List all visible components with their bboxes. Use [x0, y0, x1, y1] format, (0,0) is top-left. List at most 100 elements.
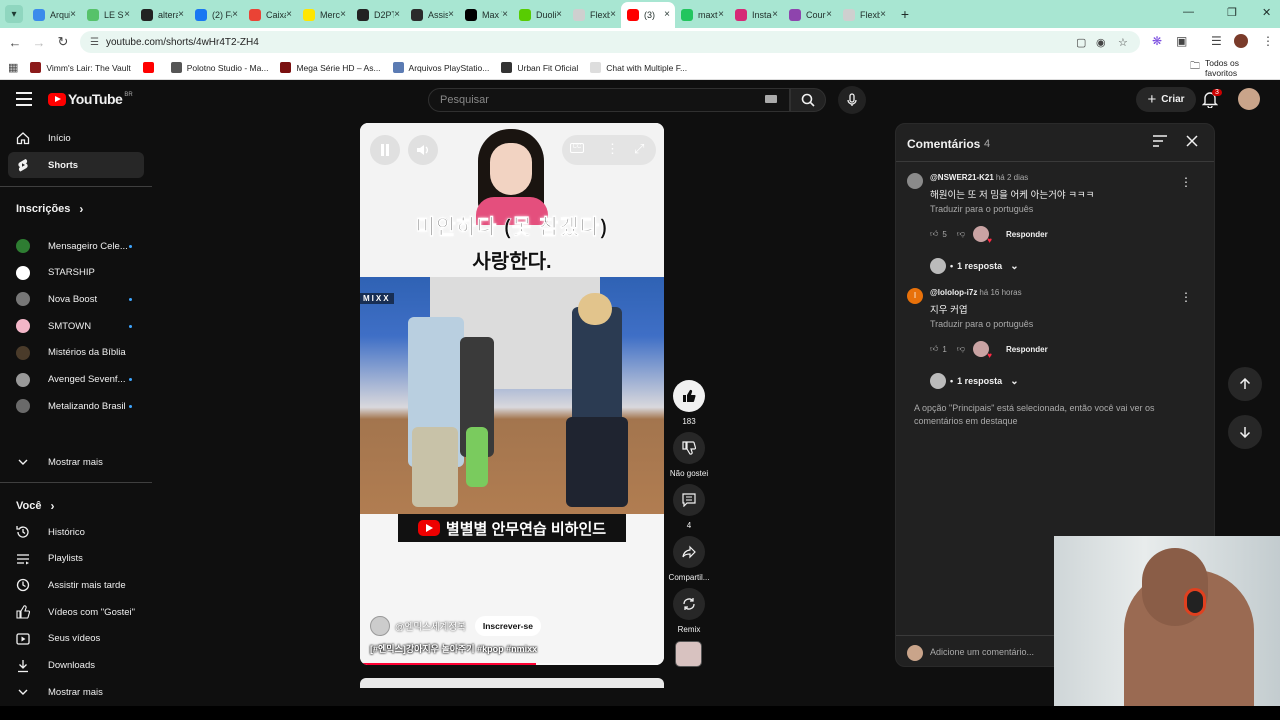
browser-tab[interactable]: Assist×: [405, 2, 459, 28]
account-avatar[interactable]: [1238, 88, 1260, 110]
channel-avatar[interactable]: [370, 616, 390, 636]
sidebar-item-your-videos[interactable]: Seus vídeos: [8, 626, 144, 652]
subscriptions-heading[interactable]: Inscrições ›: [16, 202, 83, 216]
browser-tab[interactable]: Instag×: [729, 2, 783, 28]
previous-short-button[interactable]: [1228, 367, 1262, 401]
sidebar-item-playlists[interactable]: Playlists: [8, 546, 144, 572]
bookmark-item[interactable]: Vimm's Lair: The Vault: [30, 62, 131, 73]
voice-search-button[interactable]: [838, 86, 866, 114]
video-progress-bar[interactable]: [360, 663, 664, 665]
tab-close-icon[interactable]: ×: [502, 9, 508, 20]
short-video-player[interactable]: 미안하다 (못 참겠다) 사랑한다. CC ⋮ ⤢ MIXX 별별별 안무연습 …: [360, 123, 664, 665]
bookmark-item[interactable]: [142, 62, 159, 73]
extension-icon[interactable]: ❋: [1152, 34, 1162, 48]
tab-close-icon[interactable]: ×: [286, 9, 292, 20]
reading-list-icon[interactable]: ☰: [1211, 34, 1222, 48]
browser-tab[interactable]: (2) Fa×: [189, 2, 243, 28]
subscription-item[interactable]: Avenged Sevenf...: [8, 367, 144, 393]
tab-close-icon[interactable]: ×: [610, 9, 616, 20]
sidebar-item-watch-later[interactable]: Assistir mais tarde: [8, 572, 144, 598]
comment-author-avatar[interactable]: l: [907, 288, 923, 304]
browser-tab[interactable]: Arqui ×: [27, 2, 81, 28]
bookmark-item[interactable]: Polotno Studio - Ma...: [170, 62, 268, 73]
next-short-preview[interactable]: [360, 678, 664, 688]
new-tab-button[interactable]: +: [895, 6, 915, 22]
next-short-button[interactable]: [1228, 415, 1262, 449]
tracking-eye-icon[interactable]: ◉: [1096, 31, 1106, 53]
tab-close-icon[interactable]: ×: [718, 9, 724, 20]
tab-close-icon[interactable]: ×: [664, 9, 670, 20]
view-replies-button[interactable]: • 1 resposta ⌄: [930, 258, 1019, 274]
tab-close-icon[interactable]: ×: [70, 9, 76, 20]
sidebar-item-download[interactable]: Downloads: [8, 653, 144, 679]
install-app-icon[interactable]: ▢: [1076, 31, 1086, 53]
browser-tab[interactable]: Duoli ×: [513, 2, 567, 28]
subscriptions-show-more[interactable]: Mostrar mais: [8, 449, 144, 475]
dislike-button[interactable]: Não gostei: [664, 432, 714, 478]
search-button[interactable]: [790, 88, 826, 112]
bookmark-item[interactable]: Urban Fit Oficial: [501, 62, 578, 73]
close-icon[interactable]: [1186, 135, 1198, 147]
browser-menu-icon[interactable]: ⋮: [1262, 34, 1274, 48]
tab-close-icon[interactable]: ×: [826, 9, 832, 20]
tab-close-icon[interactable]: ×: [394, 9, 400, 20]
all-bookmarks-folder[interactable]: 🗀 Todos os favoritos: [1190, 58, 1268, 78]
site-info-icon[interactable]: ☰: [90, 37, 99, 48]
fullscreen-icon[interactable]: ⤢: [634, 141, 644, 157]
browser-tab[interactable]: Caixa×: [243, 2, 297, 28]
sort-icon[interactable]: [1153, 135, 1167, 147]
browser-tab[interactable]: altera×: [135, 2, 189, 28]
address-bar[interactable]: ☰ youtube.com/shorts/4wHr4T2-ZH4 ▢ ◉ ☆: [80, 31, 1140, 53]
channel-handle[interactable]: @엔믹스세계정복: [395, 619, 466, 633]
browser-tab[interactable]: D2PT×: [351, 2, 405, 28]
sidebar-item-like[interactable]: Vídeos com "Gostei": [8, 599, 144, 625]
youtube-logo[interactable]: YouTube BR: [48, 91, 133, 107]
browser-tab[interactable]: (3) ×: [621, 2, 675, 28]
back-button[interactable]: ←: [3, 35, 27, 50]
subscription-item[interactable]: Mensageiro Cele...: [8, 233, 144, 259]
view-replies-button[interactable]: • 1 resposta ⌄: [930, 373, 1019, 389]
translate-link[interactable]: Traduzir para o português: [930, 204, 1033, 214]
tab-close-icon[interactable]: ×: [124, 9, 130, 20]
bookmark-item[interactable]: Mega Série HD – As...: [280, 62, 381, 73]
you-show-more[interactable]: Mostrar mais: [8, 679, 144, 705]
subscription-item[interactable]: Nova Boost: [8, 286, 144, 312]
tab-search-button[interactable]: ▾: [5, 5, 23, 23]
comment-author[interactable]: @lololop-i7z há 16 horas: [930, 288, 1022, 297]
comments-button[interactable]: 4: [664, 484, 714, 530]
subscribe-button[interactable]: Inscrever-se: [474, 616, 541, 636]
close-window-button[interactable]: ✕: [1262, 6, 1271, 19]
keyboard-icon[interactable]: [765, 95, 777, 103]
you-heading[interactable]: Você ›: [16, 499, 54, 513]
forward-button[interactable]: →: [27, 35, 51, 50]
thumbs-up-icon[interactable]: 👍︎: [930, 229, 938, 239]
thumbs-down-icon[interactable]: 👎︎: [957, 344, 965, 354]
tab-close-icon[interactable]: ×: [340, 9, 346, 20]
maximize-button[interactable]: ❐: [1227, 6, 1237, 19]
comment-author[interactable]: @NSWER21-K21 há 2 dias: [930, 173, 1028, 182]
tab-close-icon[interactable]: ×: [772, 9, 778, 20]
comment-author-avatar[interactable]: [907, 173, 923, 189]
sidebar-item-history[interactable]: Histórico: [8, 519, 144, 545]
bookmark-item[interactable]: Chat with Multiple F...: [590, 62, 687, 73]
browser-tab[interactable]: Merca×: [297, 2, 351, 28]
tab-close-icon[interactable]: ×: [880, 9, 886, 20]
captions-icon[interactable]: CC: [570, 143, 584, 153]
subscription-item[interactable]: Mistérios da Bíblia: [8, 340, 144, 366]
tab-close-icon[interactable]: ×: [556, 9, 562, 20]
thumbs-down-icon[interactable]: 👎︎: [957, 229, 965, 239]
browser-tab[interactable]: Cours×: [783, 2, 837, 28]
tab-close-icon[interactable]: ×: [448, 9, 454, 20]
comment-more-icon[interactable]: ⋮: [1180, 175, 1192, 189]
search-input[interactable]: Pesquisar: [428, 88, 790, 112]
profile-avatar[interactable]: [1234, 34, 1248, 48]
like-button[interactable]: 183: [664, 380, 714, 426]
remix-button[interactable]: Remix: [664, 588, 714, 634]
browser-tab[interactable]: maxtr×: [675, 2, 729, 28]
more-options-icon[interactable]: ⋮: [606, 141, 619, 157]
short-title[interactable]: [#엔믹스]강아지우 놀아주기 #kpop #nmixx: [370, 642, 537, 655]
bookmark-item[interactable]: Arquivos PlayStatio...: [392, 62, 489, 73]
pause-button[interactable]: [370, 135, 400, 165]
reply-button[interactable]: Responder: [1006, 230, 1048, 239]
browser-tab[interactable]: Flexb ×: [837, 2, 891, 28]
